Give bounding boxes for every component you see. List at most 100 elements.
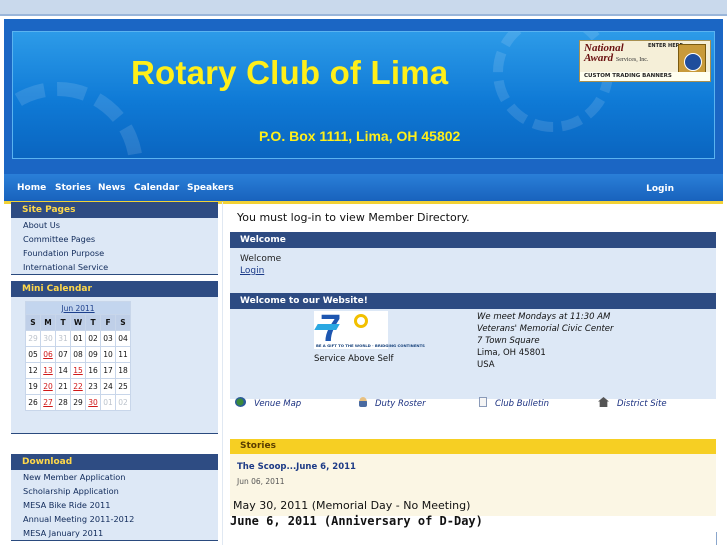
mini-calendar-block: Mini Calendar Jun 2011 SMTWTFS 29 30 31 01 0… [11, 281, 218, 434]
ad-logo: National Award Services, Inc. [584, 42, 649, 64]
calendar-day: 01 [100, 394, 116, 411]
calendar-day: 10 [100, 346, 116, 363]
calendar-day: 02 [115, 394, 131, 411]
meeting-info: We meet Mondays at 11:30 AM Veterans' Me… [477, 312, 614, 370]
district-site-link[interactable]: District Site [598, 397, 667, 409]
banner-inner: Rotary Club of Lima P.O. Box 1111, Lima,… [12, 31, 715, 159]
calendar-day: 25 [115, 378, 131, 395]
sidebar-item-international-service[interactable]: International Service [11, 260, 218, 274]
calendar-day: 24 [100, 378, 116, 395]
sidebar-item-foundation-purpose[interactable]: Foundation Purpose [11, 246, 218, 260]
calendar-day: 03 [100, 330, 116, 347]
calendar-day: 09 [85, 346, 101, 363]
club-bulletin-link[interactable]: Club Bulletin [479, 397, 549, 409]
calendar-day[interactable]: 30 [85, 394, 101, 411]
nav-news[interactable]: News [98, 183, 125, 193]
ad-banner[interactable]: National Award Services, Inc. ENTER HERE… [579, 40, 711, 82]
calendar-day: 29 [70, 394, 86, 411]
calendar-weekday: M [40, 314, 56, 331]
calendar-day[interactable]: 20 [40, 378, 56, 395]
sidebar-item-about-us[interactable]: About Us [11, 218, 218, 232]
download-scholarship-application[interactable]: Scholarship Application [11, 484, 218, 498]
calendar-day[interactable]: 15 [70, 362, 86, 379]
story-line: May 30, 2011 (Memorial Day - No Meeting) [233, 499, 471, 512]
welcome-panel: Welcome Welcome Login [230, 232, 716, 294]
calendar-day: 30 [40, 330, 56, 347]
sidebar-item-committee-pages[interactable]: Committee Pages [11, 232, 218, 246]
nav-home[interactable]: Home [17, 183, 46, 193]
welcome-login-link[interactable]: Login [240, 266, 264, 276]
download-mesa-january[interactable]: MESA January 2011 [11, 526, 218, 540]
ad-footer: CUSTOM TRADING BANNERS [580, 72, 710, 81]
calendar-day: 04 [115, 330, 131, 347]
site-pages-title: Site Pages [11, 202, 218, 218]
person-icon [359, 397, 367, 407]
calendar-day: 28 [55, 394, 71, 411]
calendar-weekday: S [115, 314, 131, 331]
nav-stories[interactable]: Stories [55, 183, 91, 193]
website-panel: Welcome to our Website! 7 BE A GIFT TO T… [230, 293, 716, 409]
club-motto: Service Above Self [314, 354, 394, 364]
calendar-day: 21 [55, 378, 71, 395]
download-mesa-bike-ride[interactable]: MESA Bike Ride 2011 [11, 498, 218, 512]
stories-panel-title: Stories [230, 439, 716, 454]
login-required-message: You must log-in to view Member Directory… [237, 211, 470, 224]
gear-decoration [13, 82, 143, 158]
sidebar: Site Pages About Us Committee Pages Foun… [11, 202, 218, 545]
calendar-day[interactable]: 13 [40, 362, 56, 379]
calendar-day: 01 [70, 330, 86, 347]
calendar-day: 19 [25, 378, 41, 395]
house-icon [598, 397, 609, 407]
site-pages-block: Site Pages About Us Committee Pages Foun… [11, 202, 218, 275]
calendar-weekday: F [100, 314, 116, 331]
calendar-day[interactable]: 22 [70, 378, 86, 395]
welcome-panel-title: Welcome [230, 232, 716, 248]
site-address: P.O. Box 1111, Lima, OH 45802 [259, 128, 461, 144]
calendar-weekday: T [55, 314, 71, 331]
rotary-theme-logo: 7 BE A GIFT TO THE WORLD · BRIDGING CONT… [314, 308, 425, 350]
calendar-day: 05 [25, 346, 41, 363]
calendar-day: 07 [55, 346, 71, 363]
calendar-day: 11 [115, 346, 131, 363]
calendar-weekday: W [70, 314, 86, 331]
document-icon [479, 397, 487, 407]
quick-links: Venue Map Duty Roster Club Bulletin Dist… [230, 394, 716, 412]
calendar-day: 23 [85, 378, 101, 395]
calendar-day: 16 [85, 362, 101, 379]
calendar-month[interactable]: Jun 2011 [25, 301, 131, 315]
mini-calendar-title: Mini Calendar [11, 281, 218, 297]
story-line: June 6, 2011 (Anniversary of D-Day) [230, 514, 483, 528]
map-icon [235, 397, 246, 407]
calendar-weekday: T [85, 314, 101, 331]
calendar-day: 02 [85, 330, 101, 347]
rotary-wheel-icon [354, 314, 368, 328]
calendar-day: 18 [115, 362, 131, 379]
welcome-text: Welcome [240, 254, 282, 264]
site-title: Rotary Club of Lima [131, 54, 449, 91]
calendar-day: 12 [25, 362, 41, 379]
calendar-day: 26 [25, 394, 41, 411]
calendar-day[interactable]: 27 [40, 394, 56, 411]
calendar-day: 29 [25, 330, 41, 347]
main-nav: Home Stories News Calendar Speakers Logi… [4, 174, 723, 204]
calendar-day: 17 [100, 362, 116, 379]
calendar-weekday: S [25, 314, 41, 331]
nav-calendar[interactable]: Calendar [134, 183, 179, 193]
download-title: Download [11, 454, 218, 470]
calendar-day: 08 [70, 346, 86, 363]
column-divider [222, 202, 223, 545]
duty-roster-link[interactable]: Duty Roster [359, 397, 426, 409]
nav-speakers[interactable]: Speakers [187, 183, 234, 193]
story-title-link[interactable]: The Scoop...June 6, 2011 [237, 462, 356, 472]
story-date: Jun 06, 2011 [237, 477, 285, 486]
calendar-day[interactable]: 06 [40, 346, 56, 363]
download-block: Download New Member Application Scholars… [11, 454, 218, 541]
download-new-member-application[interactable]: New Member Application [11, 470, 218, 484]
download-annual-meeting[interactable]: Annual Meeting 2011-2012 [11, 512, 218, 526]
nav-login[interactable]: Login [646, 184, 674, 194]
header-banner: Rotary Club of Lima P.O. Box 1111, Lima,… [4, 19, 723, 174]
venue-map-link[interactable]: Venue Map [235, 397, 301, 409]
website-panel-title: Welcome to our Website! [230, 293, 716, 309]
mini-calendar: Jun 2011 SMTWTFS 29 30 31 01 02 03 04 05 06 07 08 0… [25, 301, 131, 411]
calendar-day: 14 [55, 362, 71, 379]
